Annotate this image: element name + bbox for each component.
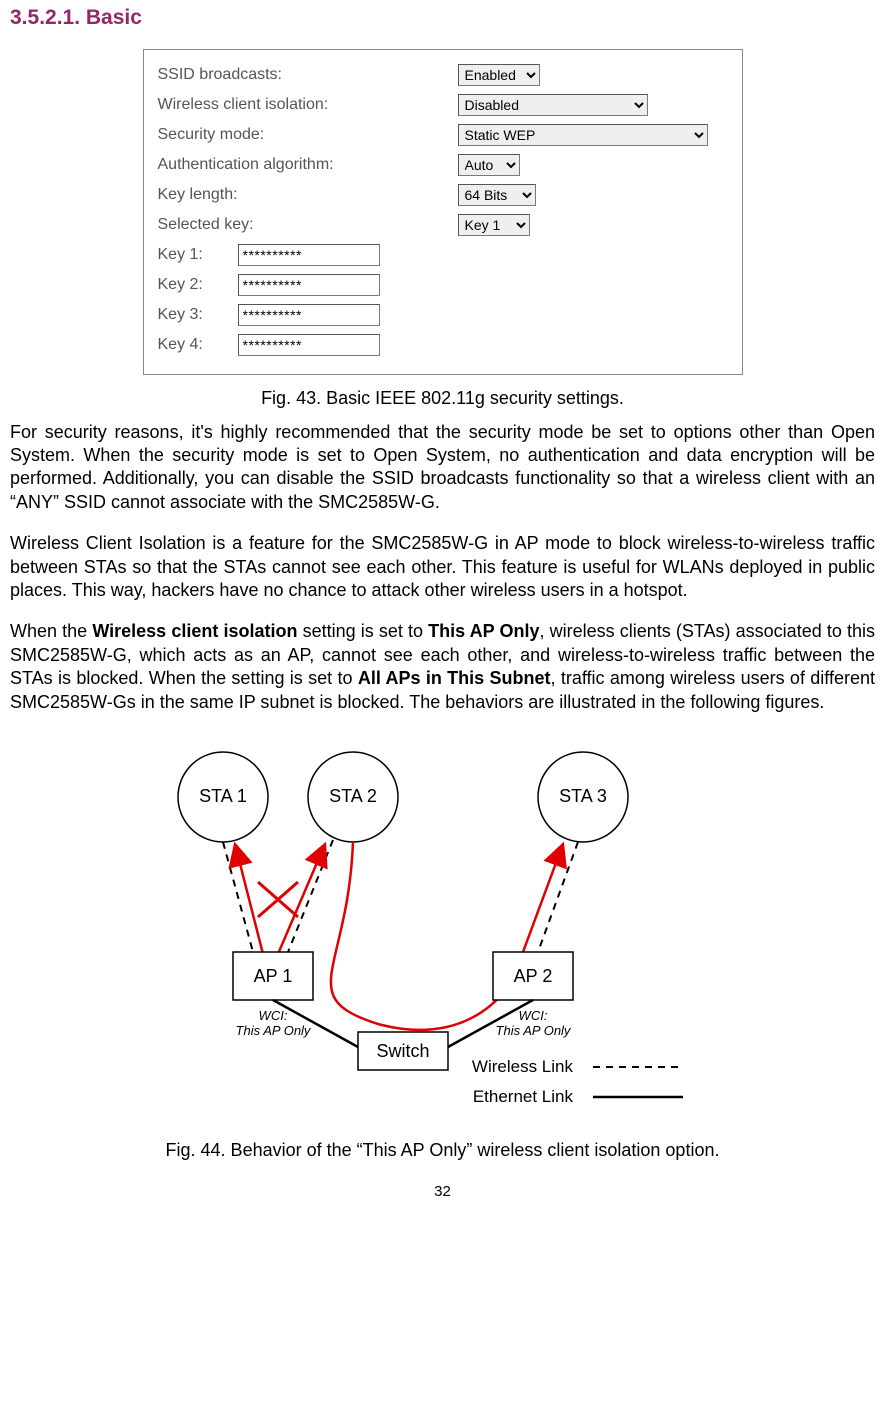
client-isolation-select[interactable]: Disabled — [458, 94, 648, 116]
ap1-label: AP 1 — [253, 966, 292, 986]
ssid-broadcasts-select[interactable]: Enabled — [458, 64, 540, 86]
key4-label: Key 4: — [158, 335, 238, 356]
wci2-line2: This AP Only — [495, 1023, 571, 1038]
key-length-label: Key length: — [158, 185, 458, 206]
diagram-svg: STA 1 STA 2 STA 3 AP 1 AP 2 Switch WCI: … — [123, 742, 763, 1122]
sta2-label: STA 2 — [329, 786, 377, 806]
auth-algorithm-select[interactable]: Auto — [458, 154, 520, 176]
key2-input[interactable] — [238, 274, 380, 296]
ssid-broadcasts-label: SSID broadcasts: — [158, 65, 458, 86]
key1-input[interactable] — [238, 244, 380, 266]
legend-ethernet-label: Ethernet Link — [472, 1087, 573, 1106]
selected-key-label: Selected key: — [158, 215, 458, 236]
key2-label: Key 2: — [158, 275, 238, 296]
security-mode-label: Security mode: — [158, 125, 458, 146]
selected-key-select[interactable]: Key 1 — [458, 214, 530, 236]
paragraph-3: When the Wireless client isolation setti… — [10, 620, 875, 714]
client-isolation-label: Wireless client isolation: — [158, 95, 458, 116]
key1-label: Key 1: — [158, 245, 238, 266]
legend-wireless-label: Wireless Link — [471, 1057, 573, 1076]
section-heading: 3.5.2.1. Basic — [10, 4, 875, 31]
ap2-label: AP 2 — [513, 966, 552, 986]
auth-algorithm-label: Authentication algorithm: — [158, 155, 458, 176]
figure-43-caption: Fig. 43. Basic IEEE 802.11g security set… — [10, 387, 875, 410]
key3-label: Key 3: — [158, 305, 238, 326]
sta1-label: STA 1 — [199, 786, 247, 806]
paragraph-2: Wireless Client Isolation is a feature f… — [10, 532, 875, 602]
sta3-label: STA 3 — [559, 786, 607, 806]
key3-input[interactable] — [238, 304, 380, 326]
page-number: 32 — [10, 1182, 875, 1202]
figure-44-caption: Fig. 44. Behavior of the “This AP Only” … — [10, 1139, 875, 1162]
key-length-select[interactable]: 64 Bits — [458, 184, 536, 206]
wci2-line1: WCI: — [518, 1008, 547, 1023]
key4-input[interactable] — [238, 334, 380, 356]
security-mode-select[interactable]: Static WEP — [458, 124, 708, 146]
config-panel: SSID broadcasts: Enabled Wireless client… — [143, 49, 743, 375]
wci1-line2: This AP Only — [235, 1023, 311, 1038]
wci1-line1: WCI: — [258, 1008, 287, 1023]
isolation-diagram: STA 1 STA 2 STA 3 AP 1 AP 2 Switch WCI: … — [123, 742, 763, 1129]
paragraph-1: For security reasons, it's highly recomm… — [10, 421, 875, 515]
switch-label: Switch — [376, 1041, 429, 1061]
